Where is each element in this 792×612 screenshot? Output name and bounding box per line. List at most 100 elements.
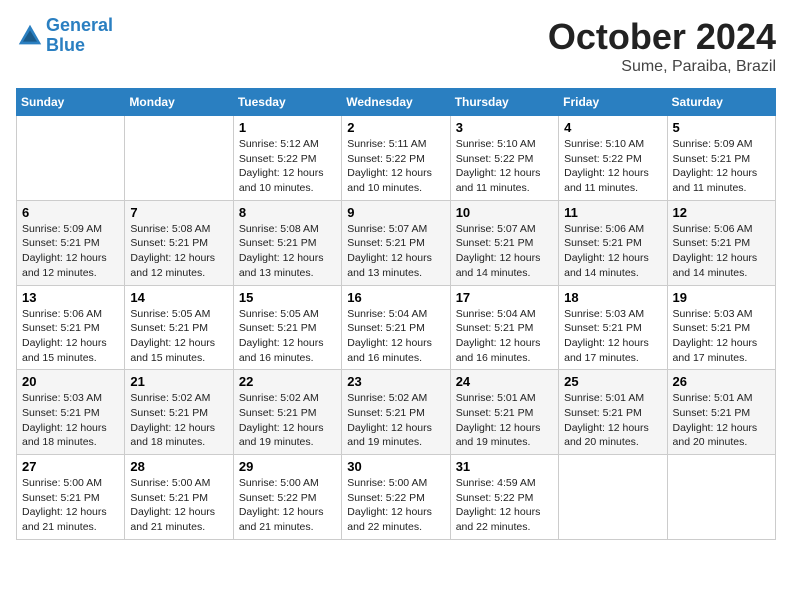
- day-info: Sunrise: 5:01 AM Sunset: 5:21 PM Dayligh…: [673, 391, 770, 450]
- day-info: Sunrise: 5:02 AM Sunset: 5:21 PM Dayligh…: [130, 391, 227, 450]
- day-info: Sunrise: 5:00 AM Sunset: 5:22 PM Dayligh…: [239, 476, 336, 535]
- day-info: Sunrise: 5:09 AM Sunset: 5:21 PM Dayligh…: [22, 222, 119, 281]
- logo: General Blue: [16, 16, 113, 56]
- day-info: Sunrise: 5:06 AM Sunset: 5:21 PM Dayligh…: [22, 307, 119, 366]
- day-number: 14: [130, 290, 227, 305]
- day-number: 24: [456, 374, 553, 389]
- calendar-week-row: 20 Sunrise: 5:03 AM Sunset: 5:21 PM Dayli…: [17, 370, 776, 455]
- day-info: Sunrise: 5:08 AM Sunset: 5:21 PM Dayligh…: [239, 222, 336, 281]
- day-number: 7: [130, 205, 227, 220]
- calendar-cell: 6 Sunrise: 5:09 AM Sunset: 5:21 PM Daylig…: [17, 200, 125, 285]
- title-block: October 2024 Sume, Paraiba, Brazil: [548, 16, 776, 76]
- calendar-cell: 4 Sunrise: 5:10 AM Sunset: 5:22 PM Daylig…: [559, 116, 667, 201]
- calendar-cell: 3 Sunrise: 5:10 AM Sunset: 5:22 PM Daylig…: [450, 116, 558, 201]
- logo-icon: [16, 22, 44, 50]
- day-info: Sunrise: 5:10 AM Sunset: 5:22 PM Dayligh…: [456, 137, 553, 196]
- calendar-cell: 1 Sunrise: 5:12 AM Sunset: 5:22 PM Daylig…: [233, 116, 341, 201]
- day-number: 30: [347, 459, 444, 474]
- calendar-week-row: 13 Sunrise: 5:06 AM Sunset: 5:21 PM Dayli…: [17, 285, 776, 370]
- calendar-cell: 12 Sunrise: 5:06 AM Sunset: 5:21 PM Dayli…: [667, 200, 775, 285]
- day-number: 6: [22, 205, 119, 220]
- calendar-cell: [667, 455, 775, 540]
- day-number: 3: [456, 120, 553, 135]
- day-info: Sunrise: 5:00 AM Sunset: 5:21 PM Dayligh…: [130, 476, 227, 535]
- day-number: 9: [347, 205, 444, 220]
- day-info: Sunrise: 5:08 AM Sunset: 5:21 PM Dayligh…: [130, 222, 227, 281]
- calendar-cell: 27 Sunrise: 5:00 AM Sunset: 5:21 PM Dayli…: [17, 455, 125, 540]
- day-number: 11: [564, 205, 661, 220]
- day-number: 15: [239, 290, 336, 305]
- day-number: 5: [673, 120, 770, 135]
- day-info: Sunrise: 5:01 AM Sunset: 5:21 PM Dayligh…: [456, 391, 553, 450]
- day-info: Sunrise: 5:09 AM Sunset: 5:21 PM Dayligh…: [673, 137, 770, 196]
- calendar-cell: 31 Sunrise: 4:59 AM Sunset: 5:22 PM Dayli…: [450, 455, 558, 540]
- day-number: 12: [673, 205, 770, 220]
- day-info: Sunrise: 5:02 AM Sunset: 5:21 PM Dayligh…: [239, 391, 336, 450]
- day-info: Sunrise: 5:11 AM Sunset: 5:22 PM Dayligh…: [347, 137, 444, 196]
- calendar-cell: 20 Sunrise: 5:03 AM Sunset: 5:21 PM Dayli…: [17, 370, 125, 455]
- calendar-cell: 21 Sunrise: 5:02 AM Sunset: 5:21 PM Dayli…: [125, 370, 233, 455]
- calendar-cell: 10 Sunrise: 5:07 AM Sunset: 5:21 PM Dayli…: [450, 200, 558, 285]
- weekday-header: Friday: [559, 89, 667, 116]
- day-number: 31: [456, 459, 553, 474]
- day-number: 1: [239, 120, 336, 135]
- day-info: Sunrise: 5:05 AM Sunset: 5:21 PM Dayligh…: [239, 307, 336, 366]
- day-info: Sunrise: 5:03 AM Sunset: 5:21 PM Dayligh…: [22, 391, 119, 450]
- calendar-cell: 26 Sunrise: 5:01 AM Sunset: 5:21 PM Dayli…: [667, 370, 775, 455]
- day-number: 28: [130, 459, 227, 474]
- calendar-cell: [125, 116, 233, 201]
- calendar-week-row: 6 Sunrise: 5:09 AM Sunset: 5:21 PM Daylig…: [17, 200, 776, 285]
- day-number: 18: [564, 290, 661, 305]
- weekday-header: Monday: [125, 89, 233, 116]
- calendar-cell: 8Sunrise: 5:08 AM Sunset: 5:21 PM Daylig…: [233, 200, 341, 285]
- calendar-cell: 14 Sunrise: 5:05 AM Sunset: 5:21 PM Dayli…: [125, 285, 233, 370]
- month-title: October 2024: [548, 16, 776, 58]
- day-info: Sunrise: 5:02 AM Sunset: 5:21 PM Dayligh…: [347, 391, 444, 450]
- calendar-cell: 28 Sunrise: 5:00 AM Sunset: 5:21 PM Dayli…: [125, 455, 233, 540]
- day-info: Sunrise: 4:59 AM Sunset: 5:22 PM Dayligh…: [456, 476, 553, 535]
- weekday-header: Tuesday: [233, 89, 341, 116]
- calendar-cell: 16Sunrise: 5:04 AM Sunset: 5:21 PM Dayli…: [342, 285, 450, 370]
- calendar-cell: 25Sunrise: 5:01 AM Sunset: 5:21 PM Dayli…: [559, 370, 667, 455]
- calendar-cell: 13 Sunrise: 5:06 AM Sunset: 5:21 PM Dayli…: [17, 285, 125, 370]
- logo-line1: General: [46, 15, 113, 35]
- logo-text: General Blue: [46, 16, 113, 56]
- day-number: 27: [22, 459, 119, 474]
- day-number: 4: [564, 120, 661, 135]
- calendar-cell: 9Sunrise: 5:07 AM Sunset: 5:21 PM Daylig…: [342, 200, 450, 285]
- calendar-cell: 24 Sunrise: 5:01 AM Sunset: 5:21 PM Dayli…: [450, 370, 558, 455]
- calendar-week-row: 1 Sunrise: 5:12 AM Sunset: 5:22 PM Daylig…: [17, 116, 776, 201]
- calendar-cell: [17, 116, 125, 201]
- page-header: General Blue October 2024 Sume, Paraiba,…: [16, 16, 776, 76]
- day-number: 29: [239, 459, 336, 474]
- calendar-cell: 11Sunrise: 5:06 AM Sunset: 5:21 PM Dayli…: [559, 200, 667, 285]
- day-info: Sunrise: 5:05 AM Sunset: 5:21 PM Dayligh…: [130, 307, 227, 366]
- calendar-cell: 17Sunrise: 5:04 AM Sunset: 5:21 PM Dayli…: [450, 285, 558, 370]
- day-number: 10: [456, 205, 553, 220]
- day-info: Sunrise: 5:12 AM Sunset: 5:22 PM Dayligh…: [239, 137, 336, 196]
- day-number: 26: [673, 374, 770, 389]
- day-number: 2: [347, 120, 444, 135]
- weekday-header: Saturday: [667, 89, 775, 116]
- weekday-header: Sunday: [17, 89, 125, 116]
- day-info: Sunrise: 5:04 AM Sunset: 5:21 PM Dayligh…: [347, 307, 444, 366]
- day-info: Sunrise: 5:07 AM Sunset: 5:21 PM Dayligh…: [456, 222, 553, 281]
- day-number: 19: [673, 290, 770, 305]
- day-number: 13: [22, 290, 119, 305]
- day-info: Sunrise: 5:10 AM Sunset: 5:22 PM Dayligh…: [564, 137, 661, 196]
- calendar-cell: 2 Sunrise: 5:11 AM Sunset: 5:22 PM Daylig…: [342, 116, 450, 201]
- calendar-week-row: 27 Sunrise: 5:00 AM Sunset: 5:21 PM Dayli…: [17, 455, 776, 540]
- calendar-cell: 7 Sunrise: 5:08 AM Sunset: 5:21 PM Daylig…: [125, 200, 233, 285]
- day-number: 20: [22, 374, 119, 389]
- day-info: Sunrise: 5:06 AM Sunset: 5:21 PM Dayligh…: [673, 222, 770, 281]
- day-number: 25: [564, 374, 661, 389]
- logo-line2: Blue: [46, 35, 85, 55]
- weekday-header: Wednesday: [342, 89, 450, 116]
- calendar-table: SundayMondayTuesdayWednesdayThursdayFrid…: [16, 88, 776, 540]
- day-number: 21: [130, 374, 227, 389]
- calendar-cell: 15 Sunrise: 5:05 AM Sunset: 5:21 PM Dayli…: [233, 285, 341, 370]
- day-info: Sunrise: 5:00 AM Sunset: 5:21 PM Dayligh…: [22, 476, 119, 535]
- calendar-cell: [559, 455, 667, 540]
- day-info: Sunrise: 5:00 AM Sunset: 5:22 PM Dayligh…: [347, 476, 444, 535]
- day-number: 17: [456, 290, 553, 305]
